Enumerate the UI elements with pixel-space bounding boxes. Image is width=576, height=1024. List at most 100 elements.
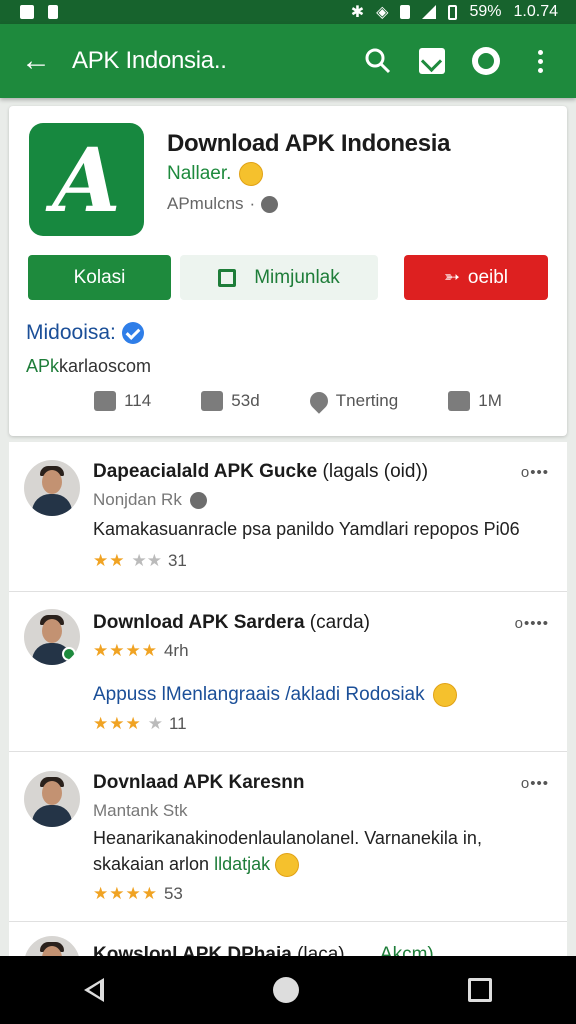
heart-icon [306, 388, 332, 414]
review-list: Dapeacialald APK Gucke (lagals (oid)) o•… [9, 442, 567, 962]
review-subtitle: Nonjdan Rk [93, 490, 207, 510]
vibrate-icon: ◈ [376, 4, 389, 21]
avatar-face [42, 781, 62, 805]
list-item[interactable]: Dovnlaad APK Karesnn o••• Mantank Stk He… [9, 752, 567, 922]
rating-count: 53 [163, 884, 183, 903]
review-text-link[interactable]: lldatjak [214, 854, 270, 874]
app-bar-actions [362, 45, 576, 77]
star-icons: ★★★★ [93, 884, 158, 903]
emoji-icon [432, 683, 457, 707]
nfc-icon [400, 5, 411, 19]
avatar[interactable] [24, 609, 80, 665]
app-developer[interactable]: Nallaer. [167, 162, 264, 186]
verified-badge-icon [121, 322, 144, 344]
install-button[interactable]: Kolasi [28, 255, 171, 300]
avatar-face [42, 470, 62, 494]
app-bar: ← APK Indonsia.. [0, 24, 576, 98]
clock: 1.0.74 [513, 3, 558, 20]
inbox-icon [419, 48, 445, 74]
stat-comments[interactable]: 53d [201, 391, 260, 411]
share-label: oeibl [467, 266, 509, 288]
stat-value: 1M [478, 391, 502, 410]
wishlist-label: Mimjunlak [254, 266, 340, 288]
review-title: Dapeacialald APK Gucke (lagals (oid)) [93, 461, 428, 483]
rating-count: 4rh [163, 641, 189, 660]
more-options-button[interactable] [524, 45, 556, 77]
globe-icon [472, 47, 500, 75]
app-title: Download APK Indonesia [167, 130, 451, 157]
review-title-text: Download APK Sardera [93, 612, 305, 633]
back-button[interactable]: ← [0, 24, 72, 98]
avatar[interactable] [24, 771, 80, 827]
bluetooth-icon: ✱ [350, 4, 365, 21]
review-link[interactable]: Appuss lMenlangraais /akladi Rodosiak [93, 683, 457, 707]
rating: ★★★ ★ 11 [93, 714, 187, 734]
app-icon: A [29, 123, 144, 236]
more-dot-icon [537, 67, 543, 73]
developer-name[interactable]: Midooisa: [26, 321, 144, 345]
rating-count: 31 [167, 551, 187, 570]
rating: ★★ ★★ 31 [93, 551, 187, 571]
arrow-left-icon: ← [21, 44, 51, 77]
app-meta: APmulcns · [167, 194, 279, 214]
avatar-body [32, 805, 72, 827]
review-menu-button[interactable]: o•••• [515, 615, 549, 632]
developer-website[interactable]: APkkarlaoscom [26, 356, 151, 377]
review-subtitle-text: Nonjdan Rk [93, 490, 182, 509]
inbox-button[interactable] [416, 45, 448, 77]
status-bar: ✱ ◈ 59% 1.0.74 [0, 0, 576, 24]
review-title-suffix: (lagals (oid)) [322, 461, 429, 482]
nav-home-button[interactable] [272, 977, 299, 1003]
review-text: Kamakasuanracle psa panildo Yamdlari rep… [93, 519, 520, 539]
battery-level: 59% [469, 3, 502, 20]
comment-icon [218, 268, 237, 287]
image-notification-icon [20, 5, 34, 19]
list-item[interactable]: Dapeacialald APK Gucke (lagals (oid)) o•… [9, 442, 567, 592]
meta-separator: · [249, 194, 256, 213]
review-title-suffix: (carda) [309, 612, 370, 633]
stat-value: Tnerting [335, 391, 399, 410]
stat-likes[interactable]: 114 [94, 391, 151, 411]
review-menu-button[interactable]: o••• [521, 775, 549, 792]
nav-recents-button[interactable] [467, 978, 492, 1002]
status-right: ✱ ◈ 59% 1.0.74 [351, 2, 558, 22]
app-logo-a-icon: A [52, 127, 121, 232]
share-arrow-icon: ➳ [443, 267, 460, 288]
rating: ★★★★ 53 [93, 884, 183, 904]
wishlist-button[interactable]: Mimjunlak [180, 255, 378, 300]
avatar[interactable] [24, 460, 80, 516]
developer-label: Nallaer. [167, 163, 232, 184]
avatar-body [32, 494, 72, 516]
stat-downloads[interactable]: 1M [448, 391, 502, 411]
thumbs-up-icon [448, 391, 471, 411]
review-menu-button[interactable]: o••• [521, 464, 549, 481]
stat-value: 53d [231, 391, 260, 410]
empty-star-icons: ★ [147, 714, 163, 733]
star-icons: ★★★ [93, 714, 142, 733]
nav-back-button[interactable] [84, 978, 105, 1002]
rating: ★★★★ 4rh [93, 641, 189, 661]
search-button[interactable] [362, 45, 394, 77]
list-item[interactable]: Download APK Sardera (carda) o•••• ★★★★ 4… [9, 592, 567, 752]
online-status-icon [62, 647, 76, 661]
site-rest: karlaoscom [59, 356, 152, 376]
review-title-text: Dapeacialald APK Gucke [93, 461, 318, 482]
site-prefix: APk [26, 356, 60, 376]
stat-trending[interactable]: Tnerting [306, 388, 399, 414]
globe-icon [261, 195, 279, 213]
review-title: Dovnlaad APK Karesnn [93, 772, 305, 794]
rating-count: 11 [168, 714, 187, 733]
comment-icon [201, 391, 224, 411]
share-button[interactable]: ➳ oeibl [404, 255, 548, 300]
more-dot-icon [537, 58, 543, 64]
empty-star-icons: ★★ [131, 551, 162, 570]
globe-button[interactable] [470, 45, 502, 77]
app-bar-title: APK Indonsia.. [72, 47, 227, 74]
status-left [20, 5, 58, 19]
thumbs-up-icon [94, 391, 117, 411]
developer-name-label: Midooisa: [26, 321, 116, 344]
more-dot-icon [537, 49, 543, 55]
review-text-line2-prefix: skakaian arlon [93, 853, 210, 874]
stat-value: 114 [124, 391, 152, 410]
stats-row: 114 53d Tnerting 1M [9, 388, 567, 414]
